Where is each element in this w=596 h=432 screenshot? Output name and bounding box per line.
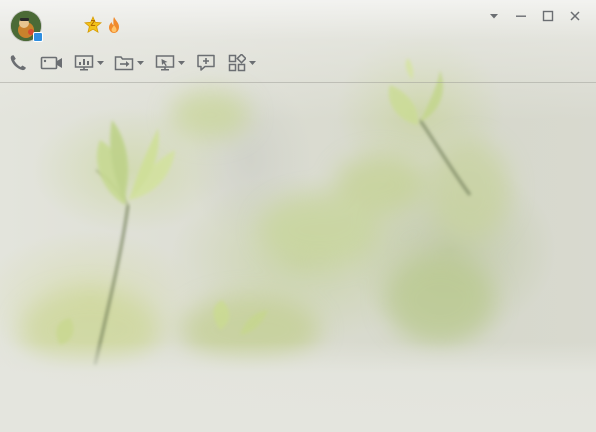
video-call-button[interactable] bbox=[40, 52, 64, 74]
online-status-icon bbox=[33, 32, 43, 42]
apps-button[interactable] bbox=[228, 52, 256, 74]
dropdown-arrow-icon[interactable] bbox=[480, 6, 507, 26]
monitor-icon bbox=[74, 55, 94, 71]
flame-icon[interactable] bbox=[107, 16, 121, 34]
remote-desktop-button[interactable] bbox=[155, 52, 185, 74]
create-discussion-button[interactable] bbox=[196, 52, 216, 74]
file-transfer-button[interactable] bbox=[114, 52, 144, 74]
phone-icon bbox=[10, 55, 26, 71]
close-icon[interactable] bbox=[561, 6, 588, 26]
minimize-icon[interactable] bbox=[507, 6, 534, 26]
level-badge-text: Z bbox=[90, 19, 96, 28]
maximize-icon[interactable] bbox=[534, 6, 561, 26]
toolbar-divider bbox=[0, 82, 596, 83]
window-controls bbox=[480, 6, 588, 26]
screen-share-button[interactable] bbox=[74, 52, 104, 74]
chat-add-icon bbox=[197, 54, 215, 71]
dropdown-arrow-icon bbox=[249, 61, 256, 65]
remote-screen-icon bbox=[155, 55, 175, 71]
phone-call-button[interactable] bbox=[8, 52, 28, 74]
dropdown-arrow-icon bbox=[178, 61, 185, 65]
chat-toolbar bbox=[0, 48, 596, 78]
dropdown-arrow-icon bbox=[137, 61, 144, 65]
chat-window: Z bbox=[0, 0, 596, 432]
folder-send-icon bbox=[114, 56, 134, 71]
video-camera-icon bbox=[40, 56, 62, 70]
star-badge-icon[interactable]: Z bbox=[84, 15, 102, 34]
apps-grid-icon bbox=[228, 54, 246, 72]
title-bar: Z bbox=[0, 0, 596, 48]
dropdown-arrow-icon bbox=[97, 61, 104, 65]
